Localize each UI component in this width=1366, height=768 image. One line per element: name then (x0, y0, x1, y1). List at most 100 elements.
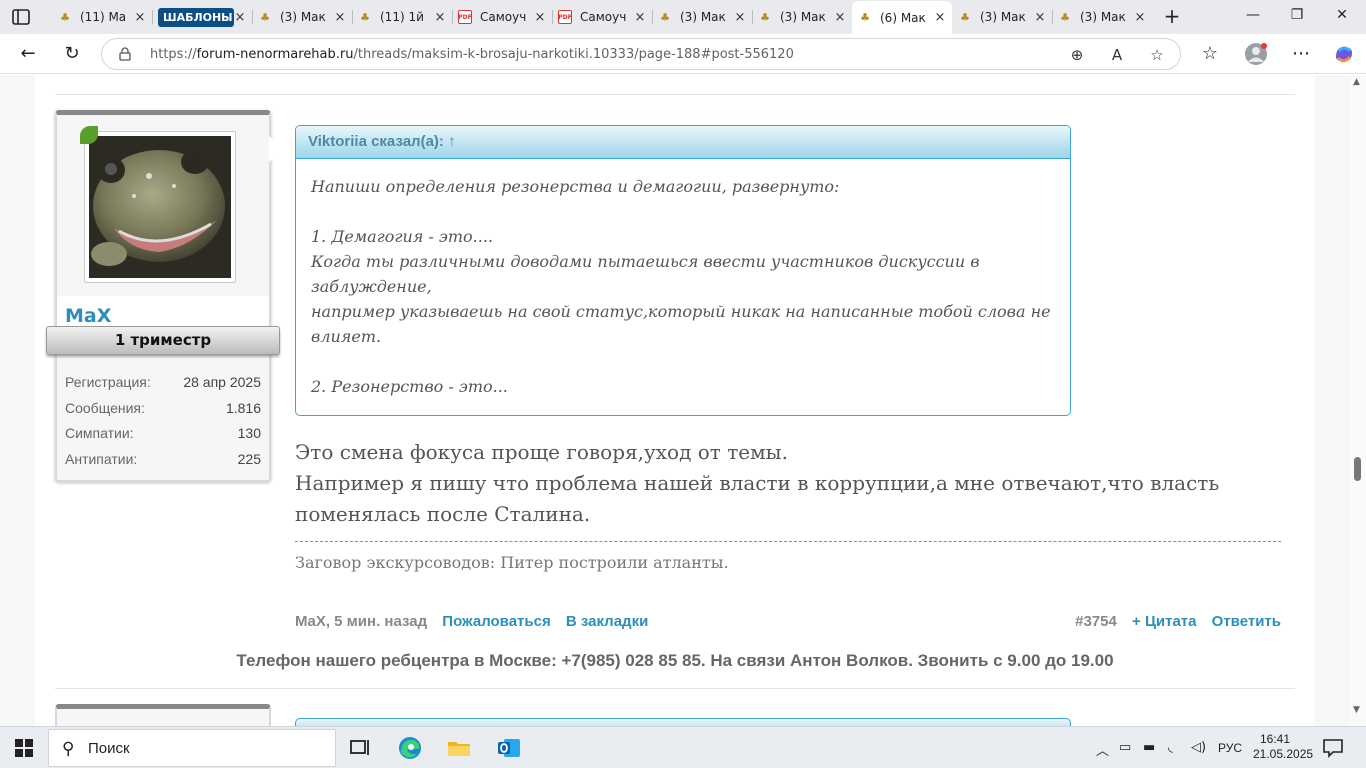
task-view-icon[interactable] (347, 735, 373, 761)
stat-value: 28 апр 2025 (183, 374, 261, 390)
clock[interactable]: 16:41 21.05.2025 (1253, 732, 1314, 762)
navigation-bar: ← ↻ https://forum-nenormarehab.ru/thread… (0, 34, 1366, 74)
close-tab-icon[interactable]: × (134, 10, 146, 25)
favorites-icon[interactable]: ☆ (1199, 43, 1221, 65)
volume-icon[interactable]: ◁) (1191, 740, 1206, 755)
taskbar-search[interactable]: ⚲ Поиск (48, 729, 336, 767)
copilot-icon[interactable] (1333, 43, 1355, 65)
user-rank-ribbon: 1 триместр (46, 326, 280, 355)
tab-title: ШАБЛОНЫ Ш (158, 7, 234, 27)
address-bar[interactable]: https://forum-nenormarehab.ru/threads/ma… (101, 38, 1181, 70)
browser-tab[interactable]: ♣ (3) Мак × (752, 4, 852, 30)
edge-browser-icon[interactable] (397, 735, 423, 761)
profile-avatar-icon[interactable] (1244, 42, 1268, 66)
frog-icon: ♣ (360, 10, 370, 24)
stat-value: 225 (237, 450, 261, 467)
message-line: Это смена фокуса проще говоря,уход от те… (295, 440, 788, 464)
message-line: Например я пишу что проблема нашей власт… (295, 471, 1220, 526)
new-tab-button[interactable]: + (1162, 6, 1182, 26)
refresh-button[interactable]: ↻ (61, 43, 83, 65)
windows-start-icon[interactable] (14, 738, 34, 758)
outlook-icon[interactable] (496, 735, 522, 761)
quote-button[interactable]: + Цитата (1132, 613, 1196, 630)
restore-button[interactable]: ❐ (1287, 7, 1307, 27)
close-window-button[interactable]: ✕ (1332, 7, 1352, 27)
pdf-icon: PDF (458, 10, 472, 24)
clock-date: 21.05.2025 (1253, 747, 1314, 761)
post-number[interactable]: #3754 (1075, 613, 1117, 630)
report-link[interactable]: Пожаловаться (442, 613, 550, 630)
scroll-down-icon[interactable]: ▼ (1353, 705, 1360, 715)
notifications-icon[interactable] (1322, 738, 1344, 758)
url-prefix: https:// (150, 47, 197, 62)
reply-button[interactable]: Ответить (1212, 613, 1281, 630)
browser-tab[interactable]: ♣ (3) Мак × (652, 4, 752, 30)
phone-banner: Телефон нашего ребцентра в Москве: +7(98… (236, 651, 1114, 670)
post-author-time[interactable]: MaX, 5 мин. назад (295, 613, 427, 630)
quote-line: Когда ты различными доводами пытаешься в… (311, 252, 980, 296)
url-host: forum-nenormarehab.ru (196, 47, 354, 62)
back-button[interactable]: ← (17, 43, 39, 65)
browser-tab[interactable]: ♣ (3) Мак × (952, 4, 1052, 30)
lock-icon[interactable] (118, 47, 132, 61)
close-tab-icon[interactable]: × (1034, 10, 1046, 25)
close-tab-icon[interactable]: × (234, 10, 246, 25)
close-tab-icon[interactable]: × (334, 10, 346, 25)
close-tab-icon[interactable]: × (634, 10, 646, 25)
input-language[interactable]: РУС (1218, 741, 1242, 755)
bookmark-link[interactable]: В закладки (566, 613, 648, 630)
stat-value[interactable]: 1.816 (226, 400, 261, 426)
minimize-button[interactable]: — (1243, 7, 1263, 27)
wifi-icon[interactable]: ◟ (1168, 740, 1173, 755)
more-menu-icon[interactable]: ⋯ (1290, 43, 1312, 65)
user-stats: Регистрация: 28 апр 2025 Сообщения: 1.816 … (65, 374, 261, 476)
browser-tab[interactable]: ♣ (11) Ма × (52, 4, 152, 30)
read-aloud-icon[interactable]: A (1106, 44, 1128, 66)
stat-row: Антипатии: 225 (65, 451, 261, 477)
user-info-panel: MaX 1 триместр Регистрация: 28 апр 2025 С… (46, 110, 282, 482)
browser-tab[interactable]: ♣ (6) Мак × (852, 1, 952, 34)
url-text[interactable]: https://forum-nenormarehab.ru/threads/ma… (150, 47, 794, 62)
frog-icon: ♣ (860, 11, 870, 24)
quote-block: Viktoriia сказал(а): ↑ Напиши определени… (295, 125, 1071, 416)
stat-label: Сообщения: (65, 399, 145, 416)
page-scrollbar[interactable]: ▲ ▼ (1350, 75, 1366, 726)
avatar[interactable] (84, 131, 236, 283)
zoom-icon[interactable]: ⊕ (1066, 44, 1088, 66)
stat-value: 130 (237, 425, 261, 441)
close-tab-icon[interactable]: × (434, 10, 446, 25)
favorite-star-icon[interactable]: ☆ (1146, 44, 1168, 66)
tab-title: (11) Ма (80, 10, 127, 24)
close-tab-icon[interactable]: × (734, 10, 746, 25)
divider (55, 688, 1295, 689)
post-message: Это смена фокуса проще говоря,уход от те… (295, 437, 1275, 530)
close-tab-icon[interactable]: × (1134, 10, 1146, 25)
close-tab-icon[interactable]: × (534, 10, 546, 25)
tab-actions-icon[interactable] (10, 7, 32, 27)
page-viewport: MaX 1 триместр Регистрация: 28 апр 2025 С… (0, 75, 1350, 726)
close-tab-icon[interactable]: × (834, 10, 846, 25)
post-meta: MaX, 5 мин. назад Пожаловаться В закладк… (295, 613, 1281, 633)
battery-icon[interactable]: ▬ (1143, 740, 1155, 755)
pdf-icon: PDF (558, 10, 572, 24)
scrollbar-thumb[interactable] (1354, 457, 1361, 481)
browser-tab[interactable]: PDF Самоуч × (552, 4, 652, 30)
url-path: /threads/maksim-k-brosaju-narkotiki.1033… (353, 47, 794, 62)
browser-tab[interactable]: ♣ (11) 1й × (352, 4, 452, 30)
forum-content: MaX 1 триместр Регистрация: 28 апр 2025 С… (35, 75, 1315, 726)
browser-tab[interactable]: ♣ (3) Мак × (252, 4, 352, 30)
close-tab-icon[interactable]: × (934, 10, 946, 25)
search-placeholder: Поиск (88, 740, 130, 757)
windows-taskbar: ⚲ Поиск ︿ ▭ ▬ ◟ ◁) РУС 16:41 21.05.2025 (0, 726, 1366, 768)
browser-tab[interactable]: PDF Самоуч × (452, 4, 552, 30)
tab-title: (3) Мак (280, 10, 326, 24)
browser-tab[interactable]: ♣ (3) Мак × (1052, 4, 1152, 30)
tray-device-icon[interactable]: ▭ (1119, 740, 1131, 755)
stat-label: Регистрация: (65, 374, 151, 390)
username-link[interactable]: MaX (65, 305, 111, 327)
tray-expand-icon[interactable]: ︿ (1096, 740, 1109, 759)
browser-tab[interactable]: ШАБЛОНЫ Ш× (152, 4, 252, 30)
file-explorer-icon[interactable] (446, 735, 472, 761)
scroll-up-icon[interactable]: ▲ (1353, 77, 1360, 87)
quote-header[interactable]: Viktoriia сказал(а): ↑ (296, 126, 1070, 159)
